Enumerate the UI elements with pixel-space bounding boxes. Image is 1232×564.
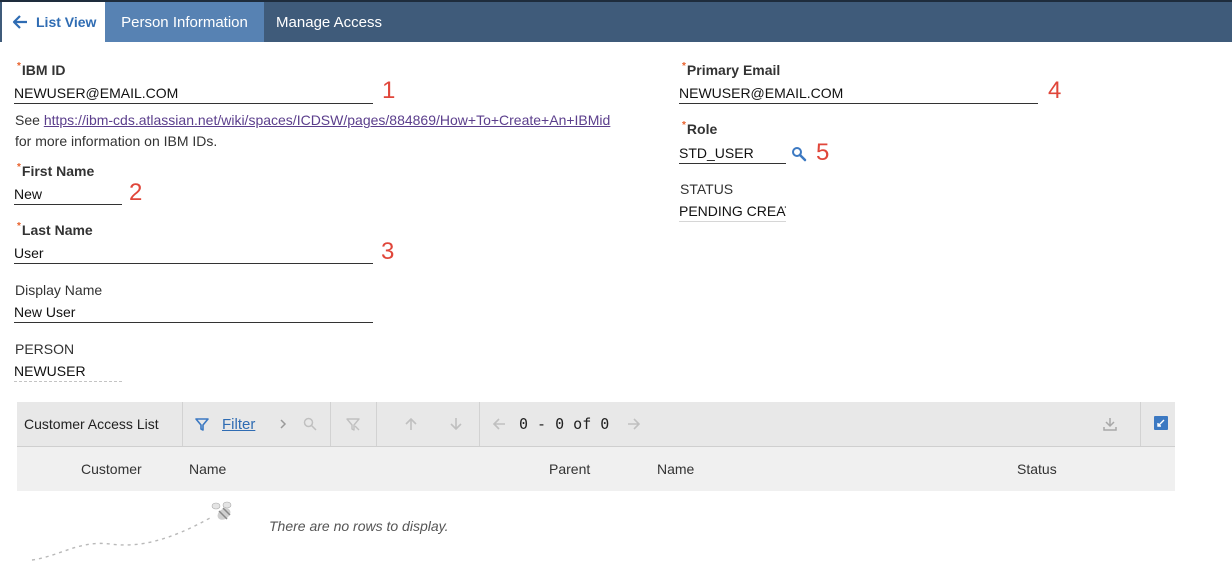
display-name-field[interactable]: New User [14,304,373,323]
table-header: Customer Name Parent Name Status [17,447,1175,491]
table-title: Customer Access List [24,416,159,432]
required-marker: * [17,162,21,173]
last-name-label-text: Last Name [21,222,93,238]
tab-manage-access[interactable]: Manage Access [264,2,394,42]
primary-email-label-text: Primary Email [686,62,781,78]
primary-email-label: *Primary Email [682,61,781,78]
annotation-2: 2 [129,179,143,206]
empty-table-message: There are no rows to display. [269,518,449,534]
ibm-id-label: *IBM ID [17,61,66,78]
ibm-id-label-text: IBM ID [21,62,66,78]
filter-icon[interactable] [194,416,210,432]
role-field[interactable]: STD_USER [679,145,786,164]
ibm-id-help: See https://ibm-cds.atlassian.net/wiki/s… [15,112,610,128]
last-name-field[interactable]: User [14,245,373,264]
person-label: PERSON [15,341,75,357]
status-label: STATUS [680,181,734,197]
list-view-label: List View [36,14,97,30]
role-label-text: Role [686,121,718,137]
toolbar-divider [479,402,480,446]
first-name-field[interactable]: New [14,186,122,205]
download-icon[interactable] [1102,416,1118,432]
help-prefix: See [15,112,44,128]
toolbar-divider [376,402,377,446]
customer-access-toolbar: Customer Access List Filter 0 - 0 of 0 [17,402,1175,447]
role-label: *Role [682,120,718,137]
ibm-id-help-link[interactable]: https://ibm-cds.atlassian.net/wiki/space… [44,112,611,128]
last-name-label: *Last Name [17,221,93,238]
clear-filter-icon[interactable] [345,416,361,432]
required-marker: * [17,61,21,72]
display-name-label: Display Name [15,282,103,298]
annotation-1: 1 [382,77,396,104]
arrow-down-icon[interactable] [448,416,464,432]
expand-table-icon[interactable] [1153,415,1169,431]
toolbar-divider [330,402,331,446]
column-header-customer-name[interactable]: Name [189,461,226,477]
arrow-left-icon [12,15,27,29]
previous-page-icon[interactable] [491,416,507,432]
ibm-id-field[interactable]: NEWUSER@EMAIL.COM [14,85,373,104]
list-view-tab[interactable]: List View [2,2,105,42]
required-marker: * [682,120,686,131]
toolbar-divider [1140,402,1141,446]
column-header-customer[interactable]: Customer [81,461,142,477]
required-marker: * [17,221,21,232]
filter-link[interactable]: Filter [222,416,255,433]
toolbar-divider [182,402,183,446]
search-icon[interactable] [302,416,318,432]
column-header-parent-name[interactable]: Name [657,461,694,477]
bee-illustration-icon [31,501,232,561]
person-field: NEWUSER [14,363,122,382]
annotation-4: 4 [1048,77,1062,104]
primary-email-field[interactable]: NEWUSER@EMAIL.COM [679,85,1038,104]
pager-text: 0 - 0 of 0 [519,415,610,433]
ibm-id-help-suffix: for more information on IBM IDs. [15,133,218,149]
arrow-up-icon[interactable] [403,416,419,432]
tab-person-information[interactable]: Person Information [105,2,264,42]
next-page-icon[interactable] [626,416,642,432]
search-lookup-icon[interactable] [791,146,807,162]
status-field: PENDING CREAT [679,203,786,222]
column-header-status[interactable]: Status [1017,461,1057,477]
annotation-3: 3 [381,238,395,265]
first-name-label: *First Name [17,162,95,179]
required-marker: * [682,61,686,72]
first-name-label-text: First Name [21,163,95,179]
chevron-right-icon[interactable] [275,416,291,432]
column-header-parent[interactable]: Parent [549,461,590,477]
annotation-5: 5 [816,139,830,166]
